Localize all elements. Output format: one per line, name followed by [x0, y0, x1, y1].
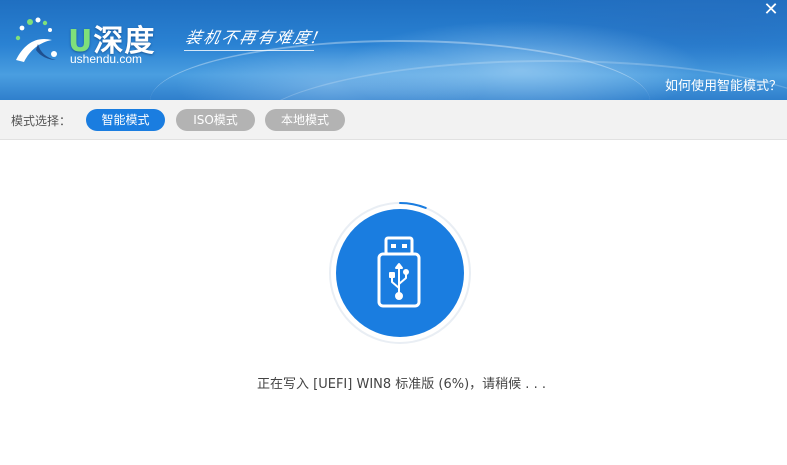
logo-icon — [15, 17, 57, 62]
logo-domain: ushendu.com — [70, 52, 143, 66]
mode-bar: 模式选择： 智能模式 ISO模式 本地模式 — [0, 100, 787, 140]
slogan-underline — [184, 50, 314, 51]
mode-label: 模式选择： — [11, 114, 72, 128]
mode-smart-button[interactable]: 智能模式 — [86, 109, 165, 131]
slogan: 装机不再有难度! — [183, 28, 323, 47]
mode-local-button[interactable]: 本地模式 — [265, 109, 345, 131]
status-text: 正在写入 [UEFI] WIN8 标准版 (6%)，请稍候 . . . — [257, 377, 546, 392]
progress-ring — [329, 202, 471, 344]
close-button[interactable]: ✕ — [759, 0, 783, 20]
header-banner: U深度 ushendu.com 装机不再有难度! ✕ 如何使用智能模式？ — [0, 0, 787, 100]
mode-iso-button[interactable]: ISO模式 — [176, 109, 255, 131]
app-window: U深度 ushendu.com 装机不再有难度! ✕ 如何使用智能模式？ 模式选… — [0, 0, 787, 465]
close-icon: ✕ — [763, 0, 779, 20]
help-link[interactable]: 如何使用智能模式？ — [665, 75, 782, 94]
